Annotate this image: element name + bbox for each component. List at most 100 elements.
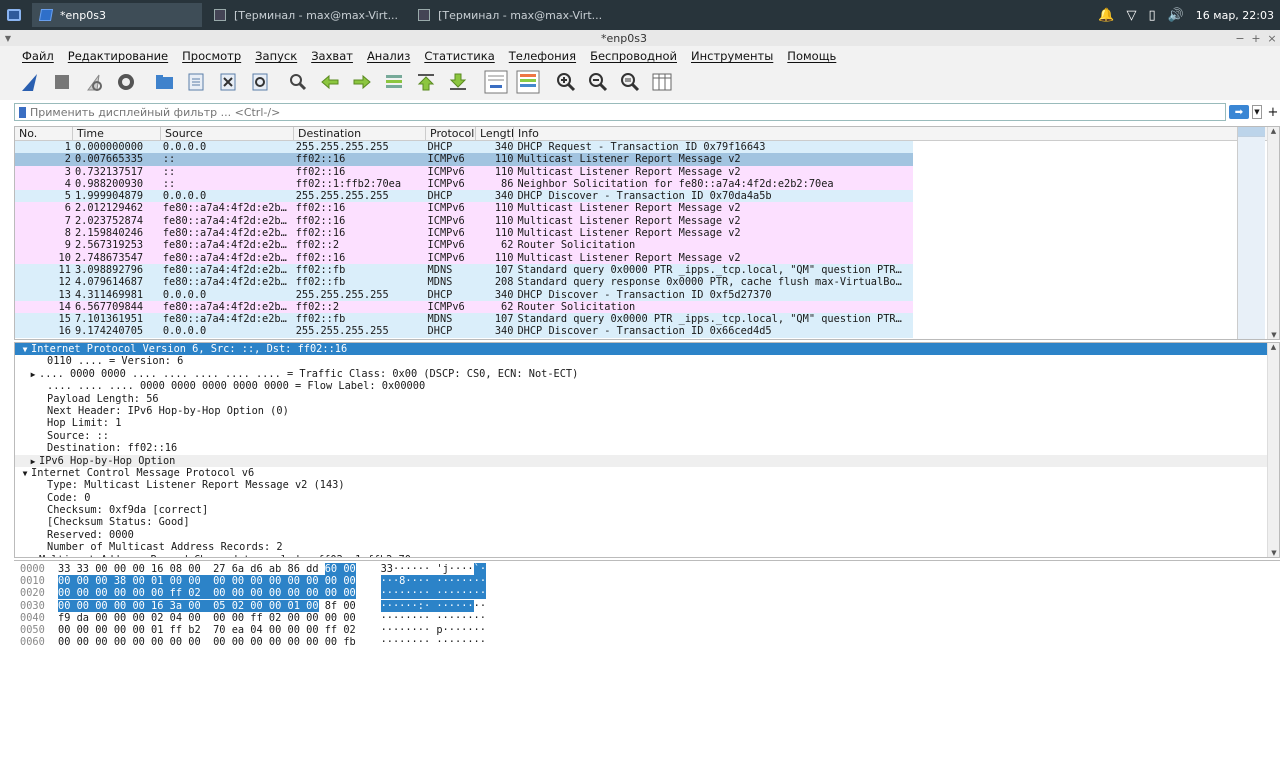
- scroll-up-icon[interactable]: ▲: [1268, 127, 1279, 135]
- packet-bytes[interactable]: 0000 33 33 00 00 00 16 08 00 27 6a d6 ab …: [14, 560, 1280, 763]
- detail-row[interactable]: Next Header: IPv6 Hop-by-Hop Option (0): [15, 405, 1279, 417]
- collapse-arrow-icon[interactable]: ▼: [19, 468, 31, 480]
- packet-row[interactable]: 2 0.007665335:: ff02::16 ICMPv6 110 Multicast…: [15, 153, 913, 166]
- packet-row[interactable]: 7 2.023752874 fe80::a7a4:4f2d:e2b… ff02::16…: [15, 214, 913, 228]
- window-menu-icon[interactable]: ▼: [0, 34, 16, 43]
- battery-icon[interactable]: ▯: [1148, 8, 1155, 23]
- expand-arrow-icon[interactable]: ▶: [27, 555, 39, 557]
- detail-row[interactable]: Hop Limit: 1: [15, 417, 1279, 429]
- column-header-info[interactable]: Info: [514, 127, 914, 140]
- details-scrollbar[interactable]: ▲ ▼: [1267, 343, 1279, 557]
- app-menu-button[interactable]: [0, 0, 28, 30]
- packet-row[interactable]: 10 2.748673547 fe80::a7a4:4f2d:e2b… ff02::1…: [15, 251, 913, 264]
- packet-list-scrollbar[interactable]: ▲ ▼: [1267, 127, 1279, 339]
- resize-columns-button[interactable]: [650, 71, 674, 95]
- zoom-in-button[interactable]: [554, 71, 578, 95]
- hex-bytes[interactable]: f9 da 00 00 00 02 04 00 00 00 ff 02 00 0…: [58, 612, 381, 624]
- packet-row[interactable]: 16 9.174240705 0.0.0.0 255.255.255.255 DHCP 3…: [15, 325, 913, 338]
- detail-row[interactable]: Payload Length: 56: [15, 393, 1279, 405]
- ascii-bytes[interactable]: ········ p·······: [381, 624, 486, 636]
- first-packet-button[interactable]: [414, 71, 438, 95]
- hex-row[interactable]: 0000 33 33 00 00 00 16 08 00 27 6a d6 ab …: [14, 563, 1280, 575]
- ascii-bytes[interactable]: ········ ········: [381, 612, 486, 624]
- ascii-bytes[interactable]: 33······ 'j····`·: [381, 563, 487, 575]
- column-header-time[interactable]: Time: [73, 127, 161, 140]
- hex-bytes[interactable]: 00 00 00 00 00 01 ff b2 70 ea 04 00 00 0…: [58, 624, 381, 636]
- menu-item-6[interactable]: Статистика: [416, 49, 500, 63]
- menu-item-4[interactable]: Захват: [303, 49, 359, 63]
- detail-row[interactable]: ▼ Internet Control Message Protocol v6: [15, 467, 1279, 479]
- packet-row[interactable]: 14 6.567709844 fe80::a7a4:4f2d:e2b… ff02::2…: [15, 300, 913, 314]
- hex-bytes[interactable]: 00 00 00 00 00 00 ff 02 00 00 00 00 00 0…: [58, 587, 381, 600]
- hex-bytes[interactable]: 00 00 00 00 00 00 00 00 00 00 00 00 00 0…: [58, 636, 381, 648]
- detail-row[interactable]: Source: ::: [15, 430, 1279, 442]
- detail-row[interactable]: 0110 .... = Version: 6: [15, 355, 1279, 367]
- hex-row[interactable]: 0040 f9 da 00 00 00 02 04 00 00 00 ff 02 …: [14, 612, 1280, 624]
- display-filter-box[interactable]: [14, 103, 1226, 121]
- column-header-protocol[interactable]: Protocol: [426, 127, 476, 140]
- zoom-normal-button[interactable]: [618, 71, 642, 95]
- notification-bell-icon[interactable]: 🔔: [1098, 8, 1114, 23]
- last-packet-button[interactable]: [446, 71, 470, 95]
- filter-history-dropdown[interactable]: ▼: [1252, 105, 1262, 119]
- packet-row[interactable]: 11 3.098892796 fe80::a7a4:4f2d:e2b… ff02::f…: [15, 263, 913, 277]
- packet-row[interactable]: 4 0.988200930:: ff02::1:ffb2:70ea ICMPv6 86 N…: [15, 177, 913, 191]
- shark-fin-start-button[interactable]: [18, 71, 42, 95]
- packet-row[interactable]: 8 2.159840246 fe80::a7a4:4f2d:e2b… ff02::16…: [15, 227, 913, 240]
- detail-row[interactable]: ▶.... 0000 0000 .... .... .... .... ....…: [15, 368, 1279, 380]
- ascii-bytes[interactable]: ······:· ········: [380, 599, 486, 612]
- add-filter-button[interactable]: +: [1266, 105, 1280, 120]
- stop-capture-button[interactable]: [50, 71, 74, 95]
- minimize-button[interactable]: −: [1232, 32, 1248, 45]
- column-header-source[interactable]: Source: [161, 127, 294, 140]
- menu-item-9[interactable]: Инструменты: [683, 49, 779, 63]
- menu-item-0[interactable]: Файл: [14, 49, 60, 63]
- hex-row[interactable]: 0010 00 00 00 38 00 01 00 00 00 00 00 00 …: [14, 575, 1280, 588]
- column-header-length[interactable]: Length: [476, 127, 514, 140]
- hex-row[interactable]: 0020 00 00 00 00 00 00 ff 02 00 00 00 00 …: [14, 587, 1280, 600]
- bookmark-icon[interactable]: [19, 106, 26, 118]
- colorize-button[interactable]: [516, 70, 540, 95]
- column-header-no[interactable]: No.: [15, 127, 73, 140]
- hex-row[interactable]: 0060 00 00 00 00 00 00 00 00 00 00 00 00 …: [14, 636, 1280, 648]
- taskbar-window-1[interactable]: [Терминал - max@max-Virt...: [206, 3, 406, 27]
- detail-row[interactable]: Checksum: 0xf9da [correct]: [15, 504, 1279, 516]
- detail-row[interactable]: .... .... .... 0000 0000 0000 0000 0000 …: [15, 380, 1279, 392]
- capture-options-button[interactable]: [114, 71, 138, 95]
- ascii-bytes[interactable]: ········ ········: [381, 636, 486, 648]
- detail-row[interactable]: ▶ IPv6 Hop-by-Hop Option: [15, 454, 1279, 467]
- find-packet-button[interactable]: [286, 71, 310, 95]
- packet-row[interactable]: 6 2.012129462 fe80::a7a4:4f2d:e2b… ff02::16…: [15, 202, 913, 215]
- display-filter-input[interactable]: [30, 105, 1225, 119]
- detail-row[interactable]: ▶Multicast Address Record Changed to exc…: [15, 554, 1279, 557]
- taskbar-window-2[interactable]: [Терминал - max@max-Virt...: [410, 3, 610, 27]
- menu-item-1[interactable]: Редактирование: [60, 49, 174, 63]
- detail-row[interactable]: Type: Multicast Listener Report Message …: [15, 479, 1279, 491]
- detail-row[interactable]: Destination: ff02::16: [15, 442, 1279, 454]
- menu-item-3[interactable]: Запуск: [247, 49, 303, 63]
- packet-minimap[interactable]: [1237, 127, 1265, 339]
- save-file-button[interactable]: [184, 71, 208, 95]
- menu-item-8[interactable]: Беспроводной: [582, 49, 683, 63]
- go-back-button[interactable]: [318, 71, 342, 95]
- menu-item-10[interactable]: Помощь: [779, 49, 842, 63]
- collapse-arrow-icon[interactable]: ▼: [19, 344, 31, 356]
- hex-row[interactable]: 0050 00 00 00 00 00 01 ff b2 70 ea 04 00 …: [14, 624, 1280, 636]
- restart-capture-button[interactable]: [82, 71, 106, 95]
- packet-row[interactable]: 5 1.999904879 0.0.0.0 255.255.255.255 DHCP 34…: [15, 190, 913, 203]
- packet-row[interactable]: 12 4.079614687 fe80::a7a4:4f2d:e2b… ff02::f…: [15, 276, 913, 289]
- detail-row[interactable]: Reserved: 0000: [15, 529, 1279, 541]
- volume-icon[interactable]: 🔊: [1168, 8, 1184, 23]
- menu-item-5[interactable]: Анализ: [359, 49, 416, 63]
- packet-row[interactable]: 3 0.732137517:: ff02::16 ICMPv6 110 Multicast…: [15, 165, 913, 178]
- clock[interactable]: 16 мар, 22:03: [1196, 9, 1274, 22]
- menu-item-7[interactable]: Телефония: [501, 49, 582, 63]
- scroll-down-icon[interactable]: ▼: [1268, 549, 1279, 557]
- menu-item-2[interactable]: Просмотр: [174, 49, 247, 63]
- taskbar-window-0[interactable]: *enp0s3: [32, 3, 202, 27]
- ascii-bytes[interactable]: ········ ········: [380, 587, 487, 600]
- maximize-button[interactable]: +: [1248, 32, 1264, 45]
- apply-filter-button[interactable]: ➡: [1229, 105, 1249, 119]
- go-forward-button[interactable]: [350, 71, 374, 95]
- go-to-packet-button[interactable]: [382, 71, 406, 95]
